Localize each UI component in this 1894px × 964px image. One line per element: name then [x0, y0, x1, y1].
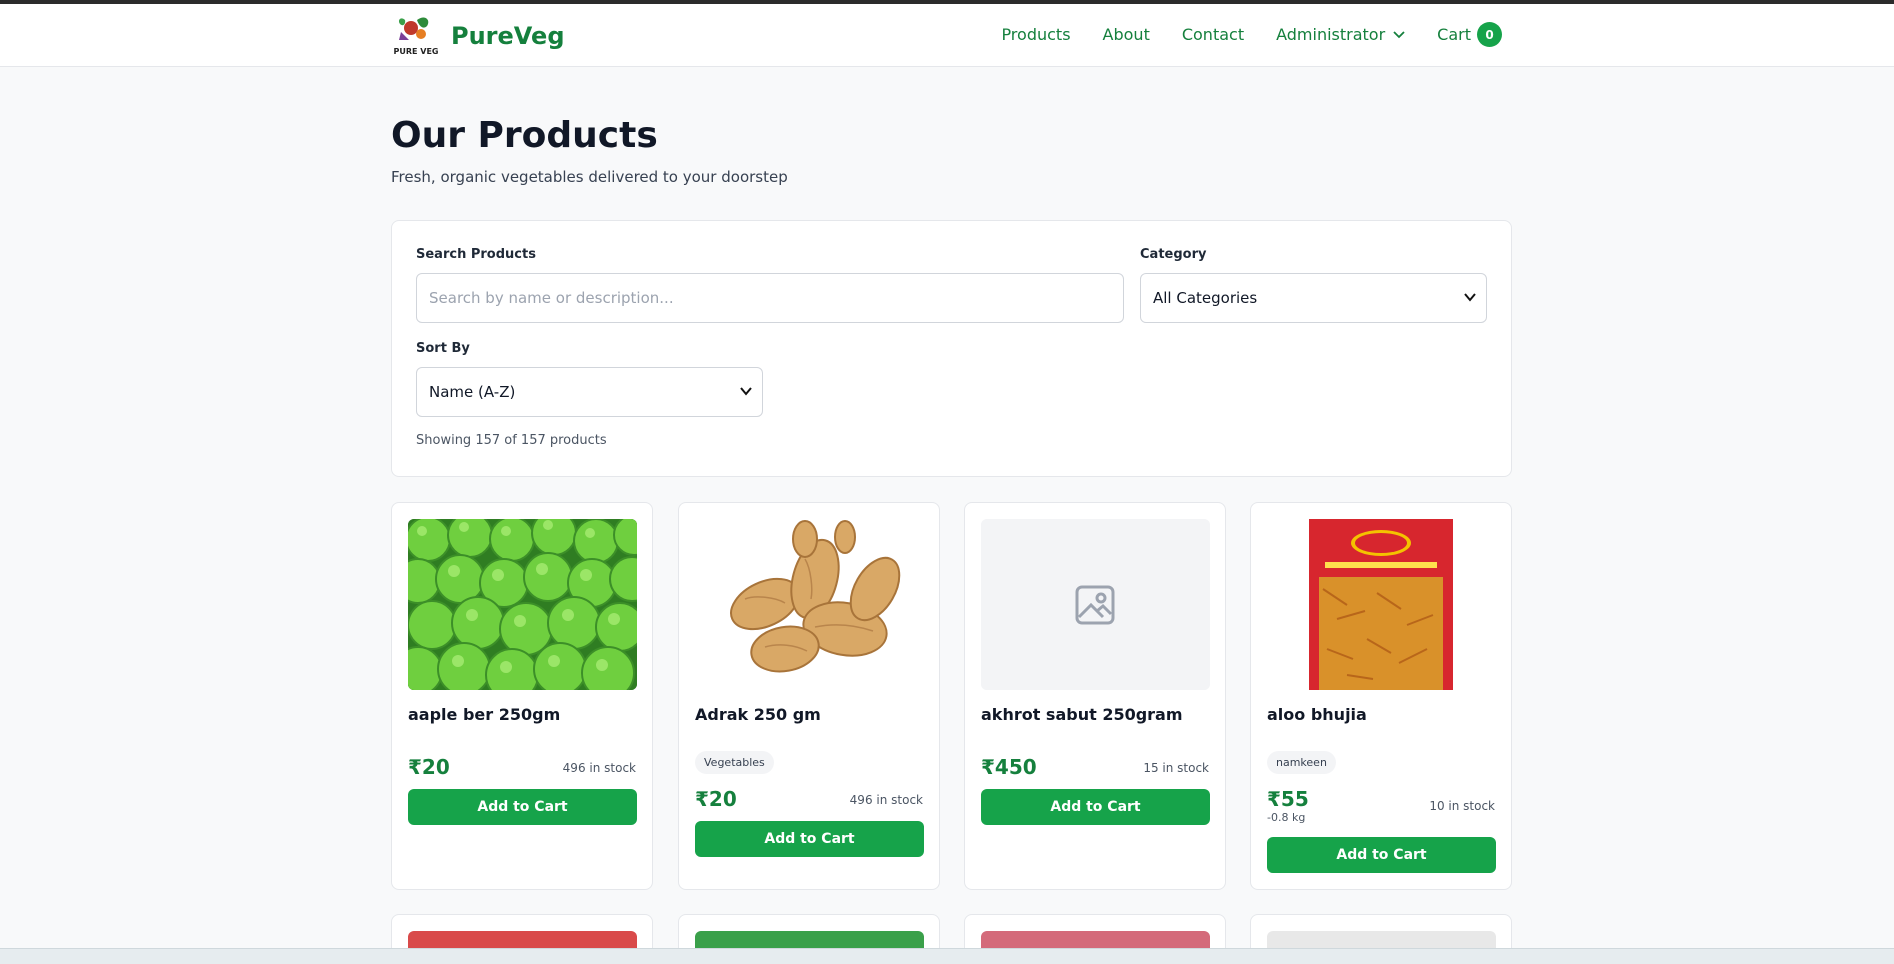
search-label: Search Products	[416, 247, 536, 262]
sort-selected-value: Name (A-Z)	[429, 383, 516, 401]
add-to-cart-button[interactable]: Add to Cart	[408, 789, 637, 825]
product-image-aloo-bhujia[interactable]	[1267, 519, 1496, 690]
product-image-placeholder[interactable]	[981, 519, 1210, 690]
filter-panel: Search Products Search by name or descri…	[391, 220, 1512, 477]
chevron-down-icon	[1464, 293, 1476, 302]
nav-products[interactable]: Products	[1001, 25, 1070, 44]
category-badge: namkeen	[1267, 751, 1336, 774]
product-stock: 15 in stock	[1143, 761, 1209, 775]
svg-text:PURE VEG: PURE VEG	[394, 47, 439, 56]
pureveg-logo: PURE VEG	[391, 14, 441, 58]
add-to-cart-button[interactable]: Add to Cart	[1267, 837, 1496, 873]
cart-label: Cart	[1437, 25, 1471, 44]
category-label: Category	[1140, 247, 1207, 262]
product-stock: 10 in stock	[1429, 799, 1495, 813]
navbar: PURE VEG PureVeg Products About Contact …	[0, 4, 1894, 67]
page-title: Our Products	[391, 115, 658, 156]
product-stock: 496 in stock	[562, 761, 636, 775]
category-selected-value: All Categories	[1153, 289, 1258, 307]
sort-select[interactable]: Name (A-Z)	[416, 367, 763, 417]
results-count: Showing 157 of 157 products	[416, 433, 607, 448]
search-input[interactable]: Search by name or description...	[416, 273, 1124, 323]
product-price: ₹450	[981, 755, 1037, 779]
nav-administrator-dropdown[interactable]: Administrator	[1276, 25, 1405, 44]
os-taskbar	[0, 948, 1894, 964]
product-name[interactable]: akhrot sabut 250gram	[981, 705, 1183, 724]
nav-contact[interactable]: Contact	[1182, 25, 1244, 44]
product-price: ₹20	[408, 755, 450, 779]
product-name[interactable]: aloo bhujia	[1267, 705, 1367, 724]
product-image-ginger[interactable]	[695, 519, 924, 690]
product-stock: 496 in stock	[849, 793, 923, 807]
product-card: aaple ber 250gm ₹20 496 in stock Add to …	[391, 502, 653, 890]
add-to-cart-button[interactable]: Add to Cart	[981, 789, 1210, 825]
category-select[interactable]: All Categories	[1140, 273, 1487, 323]
nav-cart[interactable]: Cart 0	[1437, 22, 1502, 47]
product-weight-note: -0.8 kg	[1267, 811, 1306, 824]
page-subtitle: Fresh, organic vegetables delivered to y…	[391, 168, 788, 186]
chevron-down-icon	[740, 387, 752, 396]
brand[interactable]: PURE VEG PureVeg	[391, 14, 565, 58]
sort-label: Sort By	[416, 341, 470, 356]
product-price: ₹55	[1267, 787, 1309, 811]
nav-about[interactable]: About	[1103, 25, 1150, 44]
cart-count-badge: 0	[1477, 22, 1502, 47]
product-card: akhrot sabut 250gram ₹450 15 in stock Ad…	[964, 502, 1226, 890]
nav-links: Products About Contact Administrator Car…	[969, 22, 1502, 47]
administrator-label: Administrator	[1276, 25, 1386, 44]
product-image-green-ber[interactable]	[408, 519, 637, 690]
brand-name[interactable]: PureVeg	[451, 22, 565, 50]
add-to-cart-button[interactable]: Add to Cart	[695, 821, 924, 857]
product-card: aloo bhujia namkeen ₹55 10 in stock -0.8…	[1250, 502, 1512, 890]
product-card: Adrak 250 gm Vegetables ₹20 496 in stock…	[678, 502, 940, 890]
product-name[interactable]: Adrak 250 gm	[695, 705, 821, 724]
chevron-down-icon	[1393, 30, 1405, 38]
product-price: ₹20	[695, 787, 737, 811]
category-badge: Vegetables	[695, 751, 774, 774]
product-name[interactable]: aaple ber 250gm	[408, 705, 560, 724]
